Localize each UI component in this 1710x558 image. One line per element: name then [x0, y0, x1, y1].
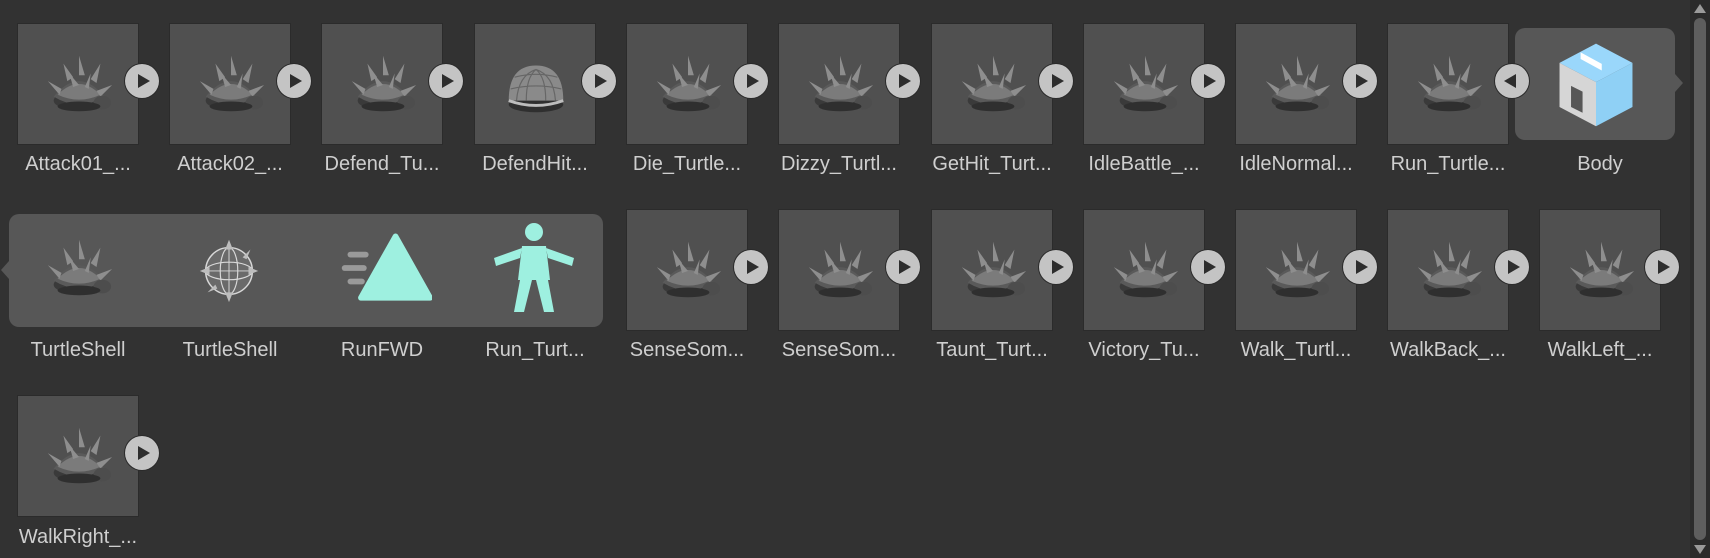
- subasset-label: TurtleShell: [30, 339, 126, 361]
- play-button[interactable]: [886, 250, 920, 284]
- asset-tile-walkright[interactable]: [17, 395, 139, 517]
- asset-tile-defend[interactable]: [321, 23, 443, 145]
- turtle-shell-mesh-icon: [656, 241, 722, 298]
- play-button[interactable]: [429, 64, 463, 98]
- prefab-body-panel[interactable]: [1515, 28, 1683, 140]
- asset-tile-attack01[interactable]: [17, 23, 139, 145]
- asset-label: Attack01_...: [25, 153, 131, 175]
- turtle-shell-mesh-icon: [1569, 241, 1635, 298]
- asset-label: Body: [1577, 153, 1623, 175]
- asset-label: IdleNormal...: [1239, 153, 1353, 175]
- play-button[interactable]: [1191, 64, 1225, 98]
- asset-tile-sensesom-2[interactable]: [778, 209, 900, 331]
- play-button[interactable]: [1495, 250, 1529, 284]
- play-button[interactable]: [125, 436, 159, 470]
- asset-label: IdleBattle_...: [1088, 153, 1200, 175]
- asset-tile-taunt[interactable]: [931, 209, 1053, 331]
- turtle-shell-mesh-icon: [1417, 241, 1483, 298]
- turtle-shell-mesh-icon: [1113, 55, 1179, 112]
- turtle-shell-mesh-icon: [47, 427, 113, 484]
- play-button[interactable]: [734, 250, 768, 284]
- play-button[interactable]: [125, 64, 159, 98]
- turtle-shell-dome-icon: [507, 64, 565, 114]
- turtle-shell-mesh-icon: [1265, 55, 1331, 112]
- play-button[interactable]: [734, 64, 768, 98]
- asset-label: Walk_Turtl...: [1240, 339, 1352, 361]
- play-button[interactable]: [1343, 64, 1377, 98]
- subasset-label: Run_Turt...: [485, 339, 585, 361]
- vertical-scrollbar[interactable]: [1690, 0, 1710, 558]
- asset-label: SenseSom...: [781, 339, 897, 361]
- asset-label: Die_Turtle...: [632, 153, 742, 175]
- asset-label: Taunt_Turt...: [936, 339, 1048, 361]
- scroll-down-icon[interactable]: [1694, 545, 1706, 554]
- turtle-shell-mesh-icon: [656, 55, 722, 112]
- scroll-up-icon[interactable]: [1694, 4, 1706, 13]
- asset-label: WalkRight_...: [18, 526, 138, 548]
- asset-label: SenseSom...: [629, 339, 745, 361]
- asset-label: Attack02_...: [177, 153, 283, 175]
- asset-tile-sensesom-1[interactable]: [626, 209, 748, 331]
- turtle-shell-mesh-icon: [808, 241, 874, 298]
- asset-tile-gethit[interactable]: [931, 23, 1053, 145]
- animation-clip-icon[interactable]: [336, 230, 432, 308]
- asset-tile-walkback[interactable]: [1387, 209, 1509, 331]
- asset-label: Dizzy_Turtl...: [781, 153, 897, 175]
- play-button[interactable]: [1645, 250, 1679, 284]
- asset-tile-dizzy[interactable]: [778, 23, 900, 145]
- asset-tile-idlenormal[interactable]: [1235, 23, 1357, 145]
- asset-tile-walkleft[interactable]: [1539, 209, 1661, 331]
- asset-tile-run[interactable]: [1387, 23, 1509, 145]
- asset-label: WalkLeft_...: [1547, 339, 1653, 361]
- asset-tile-defendhit[interactable]: [474, 23, 596, 145]
- asset-tile-victory[interactable]: [1083, 209, 1205, 331]
- turtle-shell-mesh-icon: [199, 55, 265, 112]
- scrollbar-thumb[interactable]: [1694, 18, 1706, 540]
- asset-label: WalkBack_...: [1390, 339, 1506, 361]
- asset-tile-die[interactable]: [626, 23, 748, 145]
- asset-label: DefendHit...: [482, 153, 588, 175]
- play-button[interactable]: [886, 64, 920, 98]
- asset-tile-attack02[interactable]: [169, 23, 291, 145]
- asset-label: Run_Turtle...: [1390, 153, 1506, 175]
- play-button[interactable]: [1191, 250, 1225, 284]
- turtle-shell-mesh-icon: [961, 55, 1027, 112]
- asset-tile-idlebattle[interactable]: [1083, 23, 1205, 145]
- play-button[interactable]: [277, 64, 311, 98]
- play-button[interactable]: [1343, 250, 1377, 284]
- prefab-cube-icon: [1559, 43, 1633, 127]
- asset-label: Defend_Tu...: [324, 153, 440, 175]
- play-button[interactable]: [582, 64, 616, 98]
- turtle-shell-mesh-icon[interactable]: [40, 232, 118, 306]
- turtle-shell-mesh-icon: [1417, 55, 1483, 112]
- asset-tile-walk[interactable]: [1235, 209, 1357, 331]
- turtle-shell-mesh-icon: [808, 55, 874, 112]
- turtle-shell-mesh-icon: [961, 241, 1027, 298]
- turtle-shell-mesh-icon: [1113, 241, 1179, 298]
- play-button[interactable]: [1039, 250, 1073, 284]
- subasset-label: RunFWD: [340, 339, 424, 361]
- collapse-button[interactable]: [1495, 64, 1529, 98]
- play-button[interactable]: [1039, 64, 1073, 98]
- asset-label: GetHit_Turt...: [932, 153, 1052, 175]
- asset-label: Victory_Tu...: [1088, 339, 1200, 361]
- turtle-shell-mesh-icon: [47, 55, 113, 112]
- avatar-humanoid-icon[interactable]: [484, 220, 584, 320]
- asset-grid: Attack01_... Attack02_... Defend_Tu... D…: [0, 0, 1690, 558]
- subasset-label: TurtleShell: [182, 339, 278, 361]
- wireframe-mesh-icon[interactable]: [190, 232, 268, 306]
- turtle-shell-mesh-icon: [1265, 241, 1331, 298]
- turtle-shell-mesh-icon: [351, 55, 417, 112]
